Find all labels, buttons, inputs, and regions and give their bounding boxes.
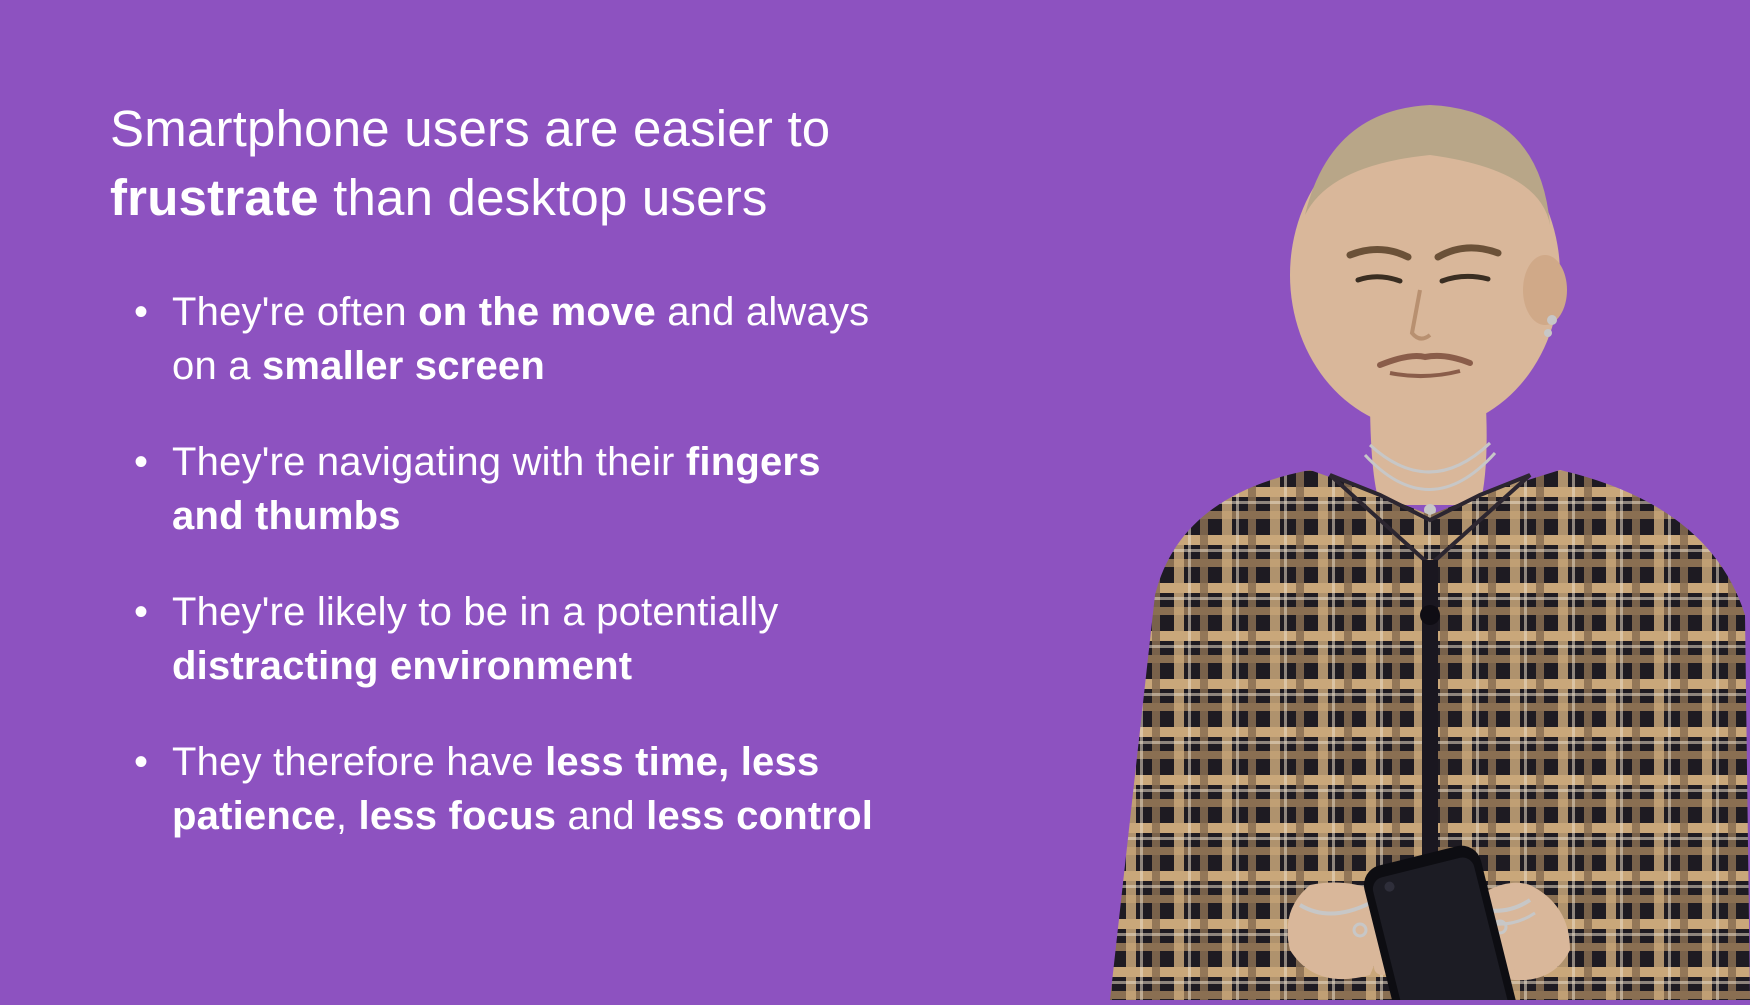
bullet-text: They therefore have (172, 740, 545, 784)
slide-content: Smartphone users are easier to frustrate… (0, 0, 960, 843)
bullet-text: They're often (172, 290, 418, 334)
bullet-text: and (556, 794, 646, 838)
bullet-item: They're likely to be in a potentially di… (172, 585, 960, 693)
bullet-bold-text: on the move (418, 290, 656, 334)
bullet-bold-text: less control (646, 794, 873, 838)
headline-text: Smartphone users are easier to (110, 100, 830, 157)
frustrated-user-image (1030, 55, 1750, 1000)
slide-headline: Smartphone users are easier to frustrate… (110, 95, 960, 233)
bullet-text: They're likely to be in a potentially (172, 590, 778, 634)
bullet-bold-text: smaller screen (262, 344, 545, 388)
bullet-item: They're navigating with their fingers an… (172, 435, 960, 543)
headline-text: than desktop users (319, 169, 768, 226)
bullet-text: They're navigating with their (172, 440, 686, 484)
bullet-item: They're often on the move and always on … (172, 285, 960, 393)
headline-bold: frustrate (110, 169, 319, 226)
bullet-bold-text: less focus (359, 794, 557, 838)
bullet-item: They therefore have less time, less pati… (172, 735, 960, 843)
bullet-list: They're often on the move and always on … (110, 285, 960, 843)
bullet-text: , (336, 794, 359, 838)
bullet-bold-text: distracting environment (172, 644, 632, 688)
